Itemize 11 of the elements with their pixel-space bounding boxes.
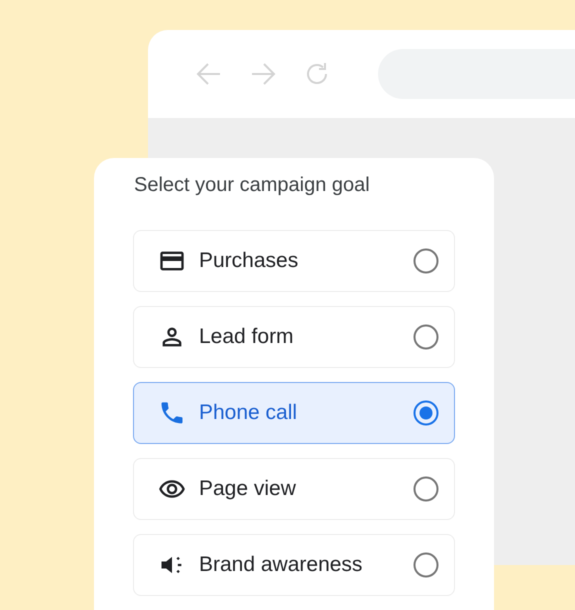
card-title: Select your campaign goal [134,174,371,197]
goal-option[interactable]: Brand awareness [133,534,455,596]
radio-button[interactable] [412,323,440,351]
goal-option[interactable]: Purchases [133,230,455,292]
radio-button[interactable] [412,475,440,503]
radio-button[interactable] [412,247,440,275]
goal-option[interactable]: Lead form [133,306,455,368]
goal-option[interactable]: Phone call [133,382,455,444]
radio-button[interactable] [412,399,440,427]
goal-option[interactable]: Page view [133,458,455,520]
radio-button[interactable] [412,551,440,579]
